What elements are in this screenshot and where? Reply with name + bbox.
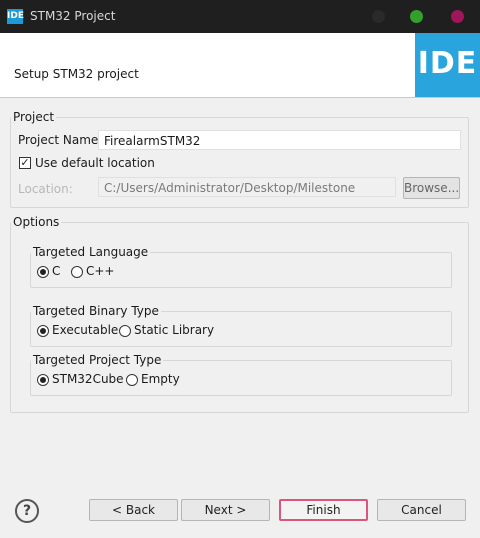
location-input: C:/Users/Administrator/Desktop/Milestone bbox=[98, 177, 396, 197]
use-default-location-label[interactable]: Use default location bbox=[35, 156, 155, 170]
window-titlebar: IDE STM32 Project bbox=[0, 0, 480, 33]
language-cpp-label[interactable]: C++ bbox=[86, 264, 115, 278]
window-title: STM32 Project bbox=[30, 9, 116, 23]
language-cpp-radio[interactable] bbox=[71, 266, 83, 278]
back-button[interactable]: < Back bbox=[89, 499, 178, 521]
cancel-button[interactable]: Cancel bbox=[377, 499, 466, 521]
options-group-legend: Options bbox=[13, 215, 60, 229]
maximize-button[interactable] bbox=[410, 10, 423, 23]
project-type-stm32cube-label[interactable]: STM32Cube bbox=[52, 372, 124, 386]
wizard-page-title: Setup STM32 project bbox=[14, 67, 139, 81]
browse-button: Browse... bbox=[403, 177, 460, 199]
project-group-legend: Project bbox=[13, 110, 55, 124]
binary-executable-label[interactable]: Executable bbox=[52, 323, 118, 337]
close-button[interactable] bbox=[451, 10, 464, 23]
location-label: Location: bbox=[18, 182, 73, 196]
language-c-label[interactable]: C bbox=[52, 264, 60, 278]
minimize-button[interactable] bbox=[372, 10, 385, 23]
binary-static-library-label[interactable]: Static Library bbox=[134, 323, 214, 337]
ide-logo: IDE bbox=[415, 33, 480, 97]
help-icon[interactable]: ? bbox=[15, 499, 39, 523]
binary-executable-radio[interactable] bbox=[37, 325, 49, 337]
app-icon: IDE bbox=[7, 9, 24, 24]
project-type-empty-radio[interactable] bbox=[126, 374, 138, 386]
project-name-input[interactable]: FirealarmSTM32 bbox=[98, 130, 461, 150]
project-type-empty-label[interactable]: Empty bbox=[141, 372, 180, 386]
wizard-banner: Setup STM32 project IDE bbox=[0, 33, 480, 98]
use-default-location-checkbox[interactable]: ✓ bbox=[19, 157, 31, 169]
binary-static-library-radio[interactable] bbox=[119, 325, 131, 337]
finish-button[interactable]: Finish bbox=[279, 499, 368, 521]
targeted-project-type-legend: Targeted Project Type bbox=[33, 353, 162, 367]
language-c-radio[interactable] bbox=[37, 266, 49, 278]
targeted-binary-type-legend: Targeted Binary Type bbox=[33, 304, 159, 318]
next-button[interactable]: Next > bbox=[181, 499, 270, 521]
project-name-label: Project Name: bbox=[18, 133, 103, 147]
project-type-stm32cube-radio[interactable] bbox=[37, 374, 49, 386]
targeted-language-legend: Targeted Language bbox=[33, 245, 149, 259]
